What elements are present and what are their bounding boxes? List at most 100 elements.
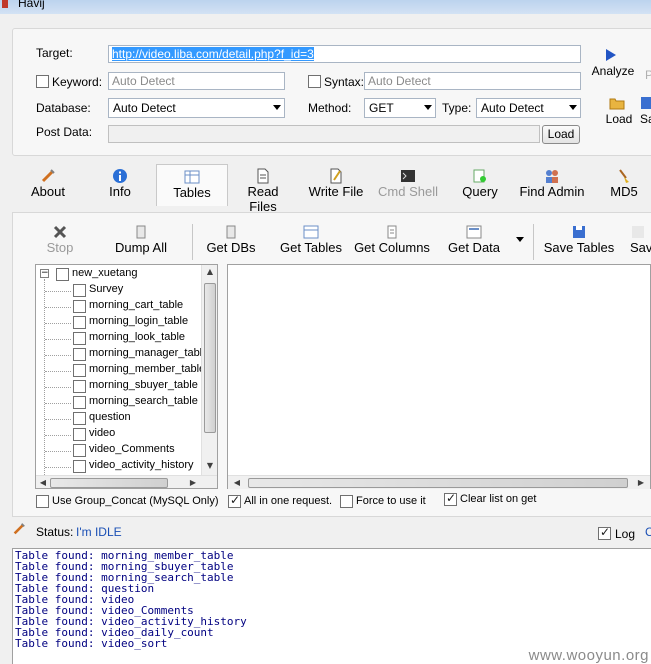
save-tables-button[interactable]: Save Tables <box>542 224 616 255</box>
postdata-label: Post Data: <box>36 125 93 139</box>
database-select[interactable]: Auto Detect <box>108 98 285 118</box>
get-dbs-label: Get DBs <box>206 240 256 255</box>
tab-md5[interactable]: MD5 <box>604 168 644 199</box>
save-partial-label: Sav <box>630 240 651 255</box>
get-data-button[interactable]: Get Data <box>444 224 504 255</box>
collapse-icon[interactable]: − <box>40 269 49 278</box>
chevron-down-icon[interactable] <box>515 236 525 244</box>
stop-button[interactable]: Stop <box>40 224 80 255</box>
syntax-label: Syntax: <box>324 75 365 89</box>
tree-checkbox[interactable] <box>73 444 86 457</box>
keyword-label: Keyword: <box>52 75 103 89</box>
tab-read-files[interactable]: Read Files <box>232 168 294 214</box>
tree-guide <box>45 355 71 356</box>
get-dbs-button[interactable]: Get DBs <box>204 224 258 255</box>
syntax-checkbox[interactable] <box>308 75 321 88</box>
type-select[interactable]: Auto Detect <box>476 98 581 118</box>
scroll-down-icon[interactable]: ▼ <box>202 461 217 470</box>
tab-label: Info <box>109 184 131 199</box>
tab-label: About <box>31 184 65 199</box>
scroll-thumb[interactable] <box>204 283 216 433</box>
get-tables-button[interactable]: Get Tables <box>276 224 346 255</box>
tree-item-label: video_Comments <box>89 443 175 455</box>
keyword-checkbox[interactable] <box>36 75 49 88</box>
tables-icon <box>184 170 200 184</box>
tab-find-admin[interactable]: Find Admin <box>516 168 588 199</box>
dump-all-button[interactable]: Dump All <box>110 224 172 255</box>
scroll-right-icon[interactable]: ▶ <box>636 478 646 487</box>
tree-checkbox[interactable] <box>73 348 86 361</box>
tree-checkbox[interactable] <box>73 284 86 297</box>
columns-icon <box>387 225 397 239</box>
tab-label: Find Admin <box>519 184 585 199</box>
tree-horizontal-scrollbar[interactable]: ◀ ▶ <box>36 475 217 488</box>
target-input[interactable]: http://video.liba.com/detail.php?f_id=3 <box>108 45 581 63</box>
get-columns-button[interactable]: Get Columns <box>352 224 432 255</box>
clear-list-label: Clear list on get <box>460 493 537 505</box>
tab-info[interactable]: Info <box>100 168 140 199</box>
tab-label: Tables <box>173 185 211 200</box>
file-icon <box>257 168 269 184</box>
method-select[interactable]: GET <box>364 98 436 118</box>
tree-checkbox[interactable] <box>73 316 86 329</box>
tree-guide <box>45 419 71 420</box>
save-label: Sa <box>640 112 651 126</box>
clear-list-checkbox[interactable] <box>444 491 457 506</box>
scroll-thumb[interactable] <box>248 478 628 488</box>
syntax-input[interactable]: Auto Detect <box>364 72 581 90</box>
tree-guide <box>45 339 71 340</box>
tree-checkbox[interactable] <box>73 332 86 345</box>
tree-checkbox[interactable] <box>73 460 86 473</box>
tree-guide <box>45 451 71 452</box>
title-bar[interactable]: Havij <box>0 0 651 14</box>
tab-cmd-shell[interactable]: Cmd Shell <box>376 168 440 199</box>
tree-vertical-scrollbar[interactable]: ▲ ▼ <box>201 265 217 475</box>
dump-all-label: Dump All <box>114 240 168 255</box>
tree-item-label: morning_member_table <box>89 363 206 375</box>
tree-checkbox[interactable] <box>56 268 69 281</box>
tree-checkbox[interactable] <box>73 428 86 441</box>
log-checkbox[interactable] <box>598 525 611 540</box>
load-postdata-button[interactable]: Load <box>542 125 580 144</box>
tree-checkbox[interactable] <box>73 364 86 377</box>
tab-query[interactable]: Query <box>458 168 502 199</box>
tree-guide <box>45 467 71 468</box>
force-checkbox[interactable] <box>340 495 353 508</box>
all-in-one-checkbox[interactable] <box>228 493 241 508</box>
scroll-left-icon[interactable]: ◀ <box>38 478 48 487</box>
tab-about[interactable]: About <box>26 168 70 199</box>
scroll-up-icon[interactable]: ▲ <box>202 267 217 276</box>
syringe-icon <box>13 523 25 535</box>
table-tree[interactable]: − new_xuetang Survey morning_cart_table mo… <box>35 264 218 489</box>
save-button[interactable]: Sa <box>640 96 651 126</box>
load-button[interactable]: Load <box>601 96 637 126</box>
tree-guide <box>45 403 71 404</box>
tab-tables[interactable]: Tables <box>156 164 228 206</box>
group-concat-checkbox[interactable] <box>36 495 49 508</box>
scroll-right-icon[interactable]: ▶ <box>188 478 198 487</box>
users-icon <box>546 170 558 183</box>
table-icon <box>303 225 319 239</box>
tree-checkbox[interactable] <box>73 300 86 313</box>
tree-item-label: video <box>89 427 116 439</box>
results-horizontal-scrollbar[interactable]: ◀ ▶ <box>228 475 650 489</box>
save-partial-button[interactable]: Sav <box>630 224 651 255</box>
postdata-input[interactable] <box>108 125 540 143</box>
results-pane[interactable]: ◀ ▶ <box>227 264 651 489</box>
keyword-input[interactable]: Auto Detect <box>108 72 285 90</box>
type-value: Auto Detect <box>481 101 544 115</box>
scroll-left-icon[interactable]: ◀ <box>232 478 242 487</box>
tree-checkbox[interactable] <box>73 396 86 409</box>
type-label: Type: <box>442 101 472 115</box>
tree-checkbox[interactable] <box>73 412 86 425</box>
play-icon <box>606 49 616 61</box>
scroll-thumb[interactable] <box>50 478 168 488</box>
log-label: Log <box>615 527 636 541</box>
syringe-icon <box>41 169 55 183</box>
tree-checkbox[interactable] <box>73 380 86 393</box>
save-tables-label: Save Tables <box>543 240 615 255</box>
tab-write-file[interactable]: Write File <box>306 168 366 199</box>
tree-item-label: morning_cart_table <box>89 299 184 311</box>
window-title: Havij <box>18 0 45 10</box>
analyze-button[interactable]: Analyze <box>590 48 636 78</box>
